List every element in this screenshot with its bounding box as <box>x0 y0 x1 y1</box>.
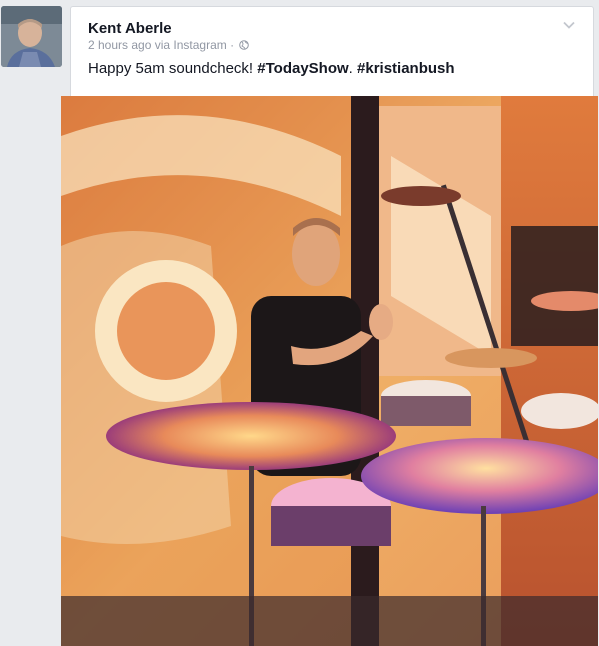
avatar-image <box>1 6 62 67</box>
post-meta: 2 hours ago via Instagram · <box>88 38 250 52</box>
hashtag-kristianbush[interactable]: #kristianbush <box>357 60 455 77</box>
globe-icon[interactable] <box>239 40 250 50</box>
author-name[interactable]: Kent Aberle <box>88 20 172 37</box>
post-text: Happy 5am soundcheck! #TodayShow. #krist… <box>88 60 455 77</box>
hashtag-todayshow[interactable]: #TodayShow <box>257 60 348 77</box>
meta-separator: · <box>230 38 235 52</box>
post-card: Kent Aberle 2 hours ago via Instagram · … <box>61 6 598 646</box>
post-source: via Instagram <box>154 38 227 52</box>
post-text-middle: . <box>348 60 358 77</box>
post-photo[interactable] <box>61 96 598 646</box>
drummer-photo <box>61 96 598 646</box>
avatar[interactable] <box>1 6 62 67</box>
post-text-prefix: Happy 5am soundcheck! <box>88 60 258 77</box>
chevron-down-icon[interactable] <box>563 21 575 29</box>
post-time[interactable]: 2 hours ago <box>88 38 151 52</box>
